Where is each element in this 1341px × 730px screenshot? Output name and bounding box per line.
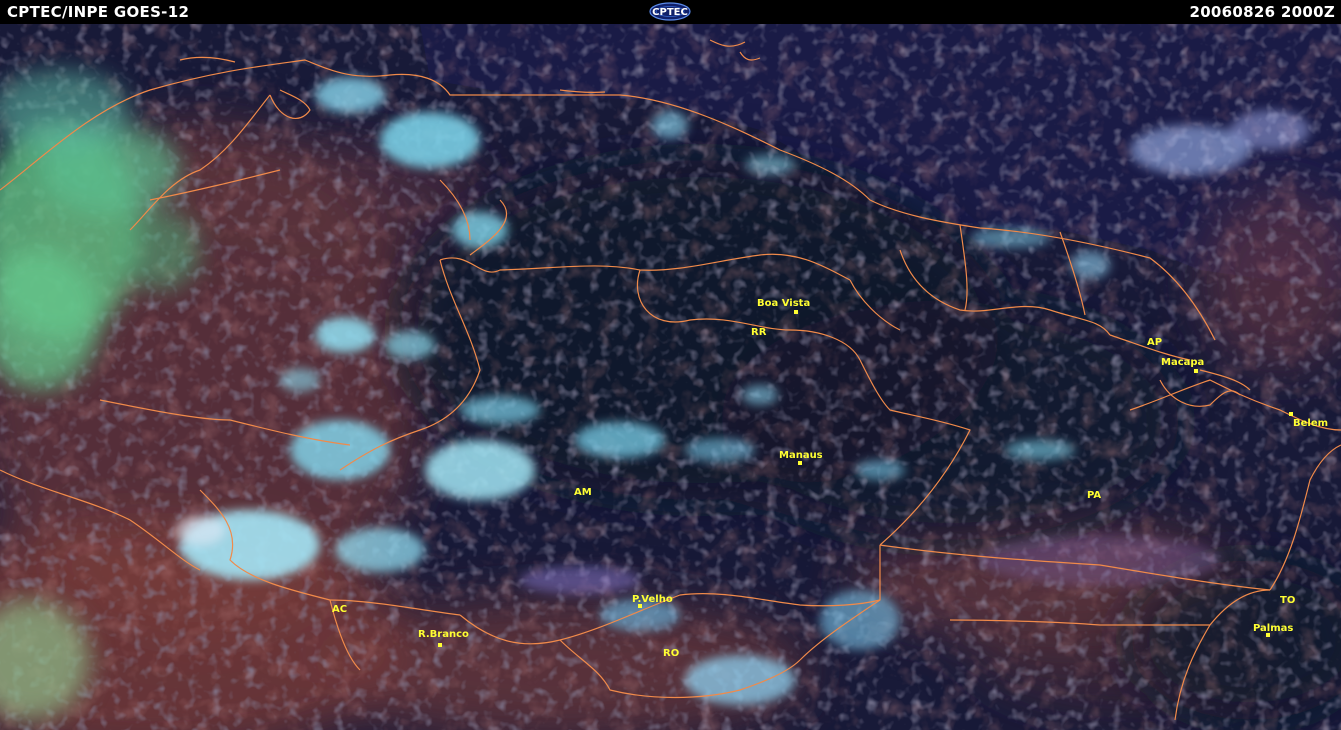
- city-label: Boa Vista: [757, 298, 810, 309]
- state-label-rr: RR: [751, 327, 767, 338]
- city-label: Manaus: [779, 450, 823, 461]
- satellite-map: RR AP AM PA AC RO TO Boa Vista Macapa Be…: [0, 24, 1341, 730]
- city-dot: [638, 604, 642, 608]
- city-dot: [1194, 369, 1198, 373]
- image-header-bar: CPTEC/INPE GOES-12 CPTEC 20060826 2000Z: [0, 0, 1341, 24]
- image-timestamp: 20060826 2000Z: [1189, 3, 1335, 21]
- state-label-ro: RO: [663, 648, 679, 659]
- state-label-ap: AP: [1147, 337, 1162, 348]
- cptec-logo-icon: CPTEC: [649, 2, 691, 21]
- city-dot: [1266, 633, 1270, 637]
- satellite-viewer: CPTEC/INPE GOES-12 CPTEC 20060826 2000Z: [0, 0, 1341, 730]
- city-label: Macapa: [1161, 357, 1204, 368]
- city-label: Belem: [1293, 418, 1328, 429]
- logo-text: CPTEC: [652, 7, 688, 18]
- city-label: Palmas: [1253, 623, 1293, 634]
- city-dot: [794, 310, 798, 314]
- source-title: CPTEC/INPE GOES-12: [7, 3, 190, 21]
- city-dot: [1289, 412, 1293, 416]
- city-label: R.Branco: [418, 629, 469, 640]
- city-label: P.Velho: [632, 594, 673, 605]
- city-dot: [438, 643, 442, 647]
- state-label-pa: PA: [1087, 490, 1101, 501]
- state-label-to: TO: [1280, 595, 1295, 606]
- state-label-ac: AC: [332, 604, 347, 615]
- city-dot: [798, 461, 802, 465]
- state-label-am: AM: [574, 487, 592, 498]
